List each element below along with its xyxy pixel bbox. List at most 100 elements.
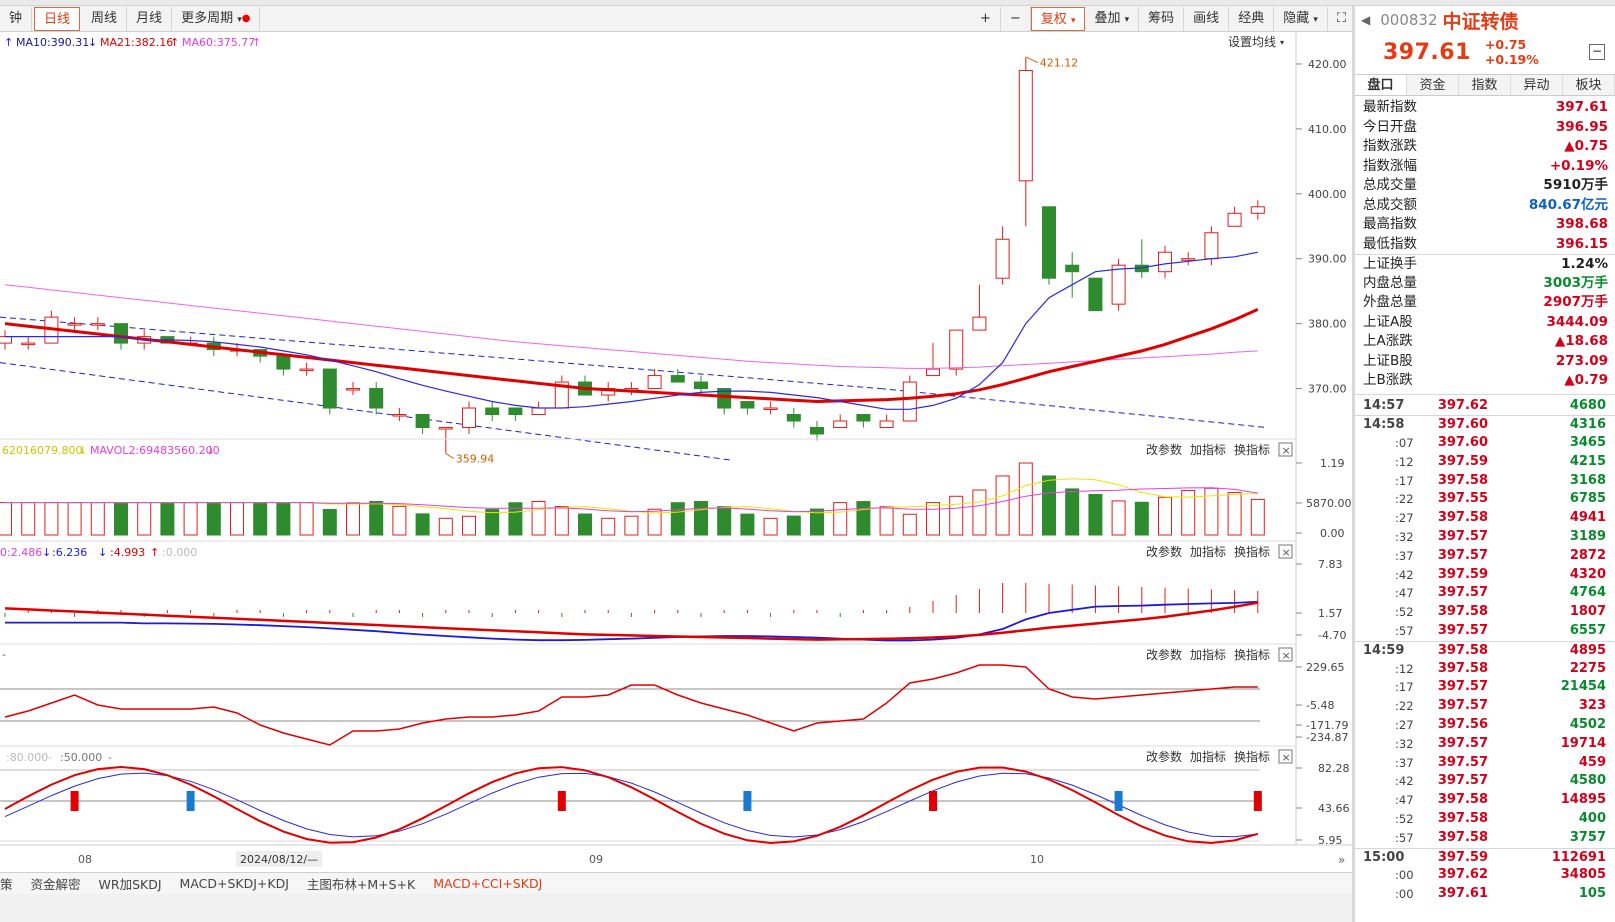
tick-time: :27 xyxy=(1395,511,1414,526)
last-price: 397.61 xyxy=(1383,39,1471,65)
stat-value: 396.15 xyxy=(1555,235,1608,252)
tab-template-1[interactable]: 资金解密 xyxy=(22,874,90,893)
tick-row: :57 397.58 3757 xyxy=(1355,829,1615,848)
more-periods-label: 更多周期 xyxy=(181,10,234,26)
candle-body xyxy=(0,336,12,344)
candle-body xyxy=(786,414,801,422)
kline-chart-area[interactable]: ↑ MA10:390.31 ↓ MA21:382.16 ↑ MA60:375.7… xyxy=(0,33,1352,880)
close-panel-icon[interactable]: × xyxy=(1282,546,1291,559)
tick-time: :22 xyxy=(1395,699,1414,714)
close-panel-icon[interactable]: × xyxy=(1282,444,1291,457)
classic-button[interactable]: 经典 xyxy=(1229,6,1275,31)
tick-volume: 4502 xyxy=(1569,717,1606,733)
more-periods-dropdown[interactable]: 更多周期 ▾● xyxy=(172,6,261,31)
volume-bar xyxy=(90,502,105,536)
tick-time: :32 xyxy=(1395,736,1414,751)
kdj-legend-a: :80.000 xyxy=(6,751,48,764)
ma21-legend: MA21:382.16 xyxy=(100,36,173,49)
overlay-dropdown[interactable]: 叠加 ▾ xyxy=(1085,6,1140,31)
change-params-button[interactable]: 改参数 xyxy=(1146,749,1182,764)
tab-sectors[interactable]: 板块 xyxy=(1563,75,1615,95)
kdj-legend-b: :50.000 xyxy=(60,751,102,764)
zoom-out-button[interactable]: − xyxy=(1001,6,1031,31)
close-panel-icon[interactable]: × xyxy=(1282,649,1291,662)
candle-body xyxy=(299,368,314,372)
tick-price: 397.60 xyxy=(1437,435,1488,451)
security-code: 000832 xyxy=(1380,11,1438,29)
tick-time: :37 xyxy=(1395,548,1414,563)
add-indicator-button[interactable]: 加指标 xyxy=(1190,544,1226,559)
tab-template-5[interactable]: MACD+CCI+SKDJ xyxy=(424,876,551,891)
price-tick-label: 420.00 xyxy=(1308,58,1347,71)
switch-indicator-button[interactable]: 换指标 xyxy=(1234,544,1270,559)
ma-settings-button[interactable]: 设置均线 xyxy=(1228,35,1276,49)
close-panel-icon[interactable]: × xyxy=(1282,751,1291,764)
tab-funds[interactable]: 资金 xyxy=(1407,75,1459,95)
candle-body xyxy=(1088,277,1103,312)
add-indicator-button[interactable]: 加指标 xyxy=(1190,749,1226,764)
switch-indicator-button[interactable]: 换指标 xyxy=(1234,749,1270,764)
stat-value: 5910万手 xyxy=(1543,177,1608,193)
tick-price: 397.62 xyxy=(1437,867,1488,883)
trend-channel-upper xyxy=(0,316,881,390)
adjust-rights-dropdown[interactable]: 复权 ▾ xyxy=(1030,6,1086,31)
candle-body xyxy=(1065,264,1080,273)
draw-line-button[interactable]: 画线 xyxy=(1184,6,1230,31)
candle-body xyxy=(1018,69,1033,182)
tick-volume: 4764 xyxy=(1569,585,1606,601)
tab-template-2[interactable]: WR加SKDJ xyxy=(90,874,171,893)
tab-template-0[interactable]: 策 xyxy=(0,874,22,893)
ma-arrow-icon: ↑ xyxy=(4,36,13,49)
cursor-date-label: 2024/08/12/— xyxy=(240,853,318,866)
switch-indicator-button[interactable]: 换指标 xyxy=(1234,442,1270,457)
zoom-in-button[interactable]: + xyxy=(971,6,1001,31)
candle-body xyxy=(90,323,105,326)
stat-row: 最低指数 396.15 xyxy=(1355,235,1615,255)
change-params-button[interactable]: 改参数 xyxy=(1146,544,1182,559)
switch-indicator-button[interactable]: 换指标 xyxy=(1234,647,1270,662)
main-kline-panel: 421.12 359.94 xyxy=(0,56,1267,466)
tab-monthly[interactable]: 月线 xyxy=(127,6,173,31)
change-params-button[interactable]: 改参数 xyxy=(1146,442,1182,457)
tick-volume: 2275 xyxy=(1569,660,1606,676)
tab-movements[interactable]: 异动 xyxy=(1511,75,1563,95)
tab-template-4[interactable]: 主图布林+M+S+K xyxy=(298,874,424,893)
volume-bar xyxy=(415,513,430,536)
chips-button[interactable]: 筹码 xyxy=(1139,6,1185,31)
add-indicator-button[interactable]: 加指标 xyxy=(1190,647,1226,662)
stat-label: 总成交量 xyxy=(1363,177,1417,193)
add-indicator-button[interactable]: 加指标 xyxy=(1190,442,1226,457)
tab-daily[interactable]: 日线 xyxy=(34,6,81,31)
tick-row: :32 397.57 19714 xyxy=(1355,735,1615,754)
ma10-legend: MA10:390.31 xyxy=(16,36,89,49)
volume-bar xyxy=(554,506,569,536)
tick-time: :27 xyxy=(1395,718,1414,733)
tab-weekly[interactable]: 周线 xyxy=(82,6,128,31)
macd-tick-label: -4.70 xyxy=(1318,629,1346,642)
kdj-legend-sep: - xyxy=(108,751,112,764)
scroll-right-icon[interactable]: » xyxy=(1338,853,1345,867)
adjust-rights-label: 复权 xyxy=(1040,11,1067,27)
change-params-button[interactable]: 改参数 xyxy=(1146,647,1182,662)
fullscreen-icon[interactable]: ⛶ xyxy=(1328,7,1355,31)
tab-minute[interactable]: 钟 xyxy=(0,6,33,31)
kline-chart-svg[interactable]: ↑ MA10:390.31 ↓ MA21:382.16 ↑ MA60:375.7… xyxy=(0,33,1352,873)
tab-index[interactable]: 指数 xyxy=(1459,75,1511,95)
high-annot-line xyxy=(1025,56,1039,64)
stat-row: 最高指数 398.68 xyxy=(1355,215,1615,235)
tab-orderbook[interactable]: 盘口 xyxy=(1355,75,1407,95)
tick-price: 397.56 xyxy=(1437,717,1488,733)
tab-template-3[interactable]: MACD+SKDJ+KDJ xyxy=(171,876,298,891)
prev-security-icon[interactable]: ◀ xyxy=(1361,13,1370,27)
hide-dropdown[interactable]: 隐藏 ▾ xyxy=(1274,6,1328,31)
tick-volume: 4320 xyxy=(1569,566,1606,582)
dropdown-caret-icon: ▾ xyxy=(1070,15,1076,26)
collapse-icon[interactable]: − xyxy=(1589,44,1605,60)
tick-volume: 34805 xyxy=(1560,867,1606,883)
tick-volume: 14895 xyxy=(1560,792,1606,808)
stat-label: 最新指数 xyxy=(1363,99,1417,115)
tick-price: 397.57 xyxy=(1437,679,1488,695)
candle-body xyxy=(926,368,940,377)
volume-bar xyxy=(902,513,917,536)
candle-body xyxy=(114,323,128,344)
